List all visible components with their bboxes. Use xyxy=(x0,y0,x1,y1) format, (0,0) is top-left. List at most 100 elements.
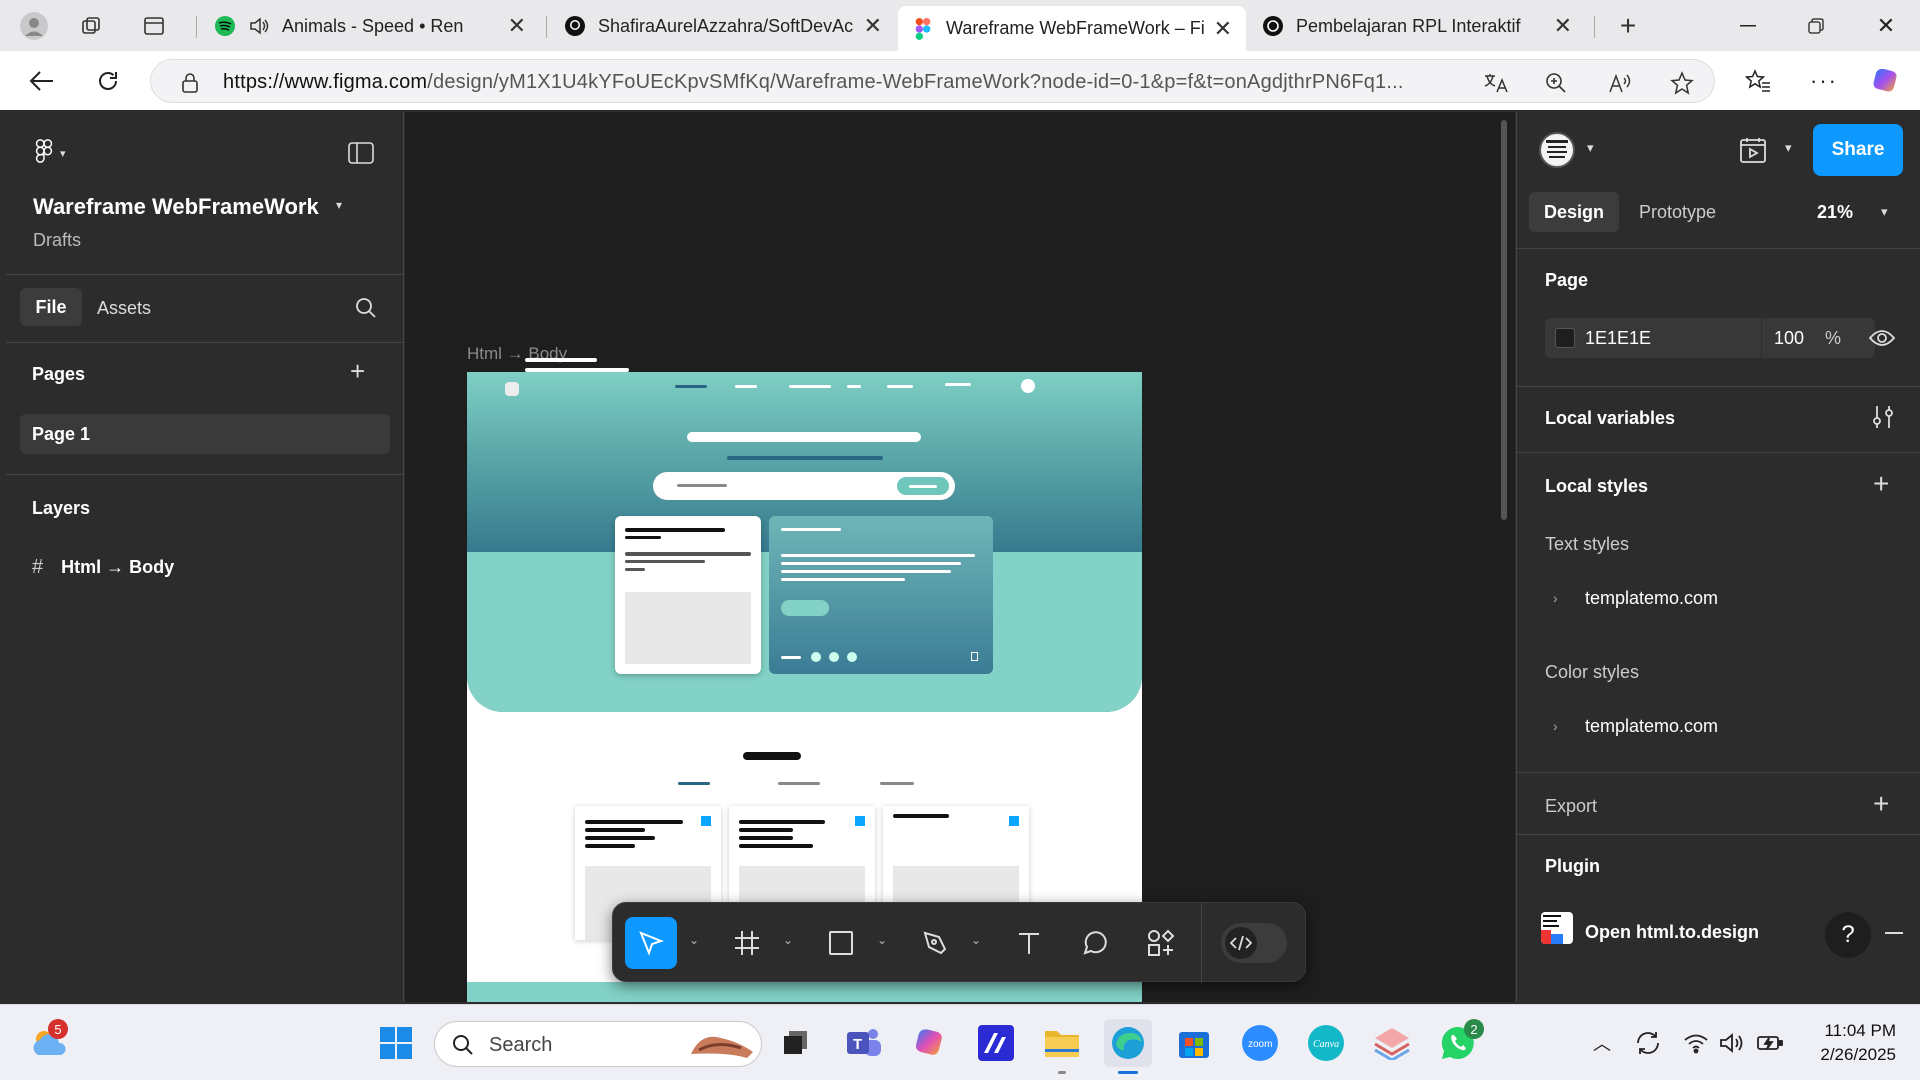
toggle-sidebar-icon[interactable] xyxy=(348,142,374,169)
tunnel-app-icon[interactable] xyxy=(972,1019,1020,1067)
page-color-value[interactable]: 1E1E1E xyxy=(1585,328,1651,349)
tab-assets[interactable]: Assets xyxy=(97,298,151,319)
close-tab-icon[interactable]: ✕ xyxy=(1214,16,1232,42)
chevron-right-icon[interactable]: › xyxy=(1553,590,1558,606)
edge-icon[interactable] xyxy=(1104,1019,1152,1067)
text-style-item[interactable]: templatemo.com xyxy=(1585,588,1718,609)
color-swatch[interactable] xyxy=(1555,328,1575,348)
task-view-icon[interactable] xyxy=(772,1019,820,1067)
copilot-app-icon[interactable] xyxy=(906,1019,954,1067)
add-page-icon[interactable]: + xyxy=(350,358,365,384)
plugin-item[interactable]: Open html.to.design xyxy=(1585,922,1759,943)
section-tab xyxy=(678,782,710,785)
local-variables[interactable]: Local variables xyxy=(1545,408,1675,429)
refresh-icon[interactable] xyxy=(88,61,128,101)
left-panel: ▾ Wareframe WebFrameWork ▾ Drafts File A… xyxy=(6,112,404,1002)
favorite-star-icon[interactable] xyxy=(1667,68,1697,98)
add-style-icon[interactable]: + xyxy=(1873,468,1889,500)
close-tab-icon[interactable]: ✕ xyxy=(1554,13,1572,39)
hero-title xyxy=(687,432,921,442)
frame-tool-icon[interactable] xyxy=(721,917,773,969)
clock[interactable]: 11:04 PM 2/26/2025 xyxy=(1820,1019,1896,1067)
url-text[interactable]: https://www.figma.com/design/yM1X1U4kYFo… xyxy=(223,71,1613,94)
comment-tool-icon[interactable] xyxy=(1069,917,1121,969)
tab-file[interactable]: File xyxy=(20,288,82,326)
favorites-icon[interactable] xyxy=(1738,61,1778,101)
canvas[interactable]: Html → Body xyxy=(405,112,1515,1002)
close-tab-icon[interactable]: ✕ xyxy=(508,13,526,39)
tab-figma[interactable]: Wareframe WebFrameWork – Fig ✕ xyxy=(898,6,1246,51)
dev-mode-toggle[interactable] xyxy=(1221,923,1287,963)
file-location[interactable]: Drafts xyxy=(33,230,81,251)
chevron-down-icon[interactable]: ▾ xyxy=(1587,140,1594,156)
battery-icon[interactable] xyxy=(1746,1019,1794,1067)
help-label: ? xyxy=(1841,921,1855,948)
profile-icon[interactable] xyxy=(16,8,52,44)
page-opacity-value[interactable]: 100 xyxy=(1774,328,1804,349)
tab-design[interactable]: Design xyxy=(1529,192,1619,232)
figma-menu-button[interactable]: ▾ xyxy=(34,138,66,169)
chevron-up-icon[interactable]: ︿ xyxy=(1578,1019,1626,1067)
actions-tool-icon[interactable] xyxy=(1135,917,1187,969)
file-name-chevron-icon[interactable]: ▾ xyxy=(336,198,342,212)
toolbar-divider xyxy=(1201,903,1202,983)
pen-tool-icon[interactable] xyxy=(909,917,961,969)
text-tool-icon[interactable] xyxy=(1003,917,1055,969)
zoom-level[interactable]: 21% xyxy=(1817,202,1853,223)
tab-github[interactable]: ShafiraAurelAzzahra/SoftDevAca ✕ xyxy=(550,6,896,46)
tab-chatgpt[interactable]: Pembelajaran RPL Interaktif ✕ xyxy=(1248,6,1586,46)
help-button[interactable]: ? xyxy=(1825,912,1871,958)
notes-app-icon[interactable] xyxy=(1368,1019,1416,1067)
layer-row[interactable]: # Html → Body xyxy=(32,556,174,579)
close-window-icon[interactable]: ✕ xyxy=(1856,4,1916,48)
canvas-scrollbar[interactable] xyxy=(1501,120,1507,520)
file-explorer-icon[interactable] xyxy=(1038,1019,1086,1067)
avatar[interactable] xyxy=(1539,132,1575,168)
close-tab-icon[interactable]: ✕ xyxy=(864,13,882,39)
active-indicator xyxy=(1118,1071,1138,1074)
search-icon[interactable] xyxy=(354,296,378,325)
start-icon[interactable] xyxy=(372,1019,420,1067)
workspaces-icon[interactable] xyxy=(74,8,110,44)
chevron-down-icon[interactable]: ⌄ xyxy=(971,933,981,947)
url-bar[interactable]: https://www.figma.com/design/yM1X1U4kYFo… xyxy=(150,59,1715,103)
plugin-logo-icon[interactable] xyxy=(1541,912,1573,944)
more-options-icon[interactable]: ··· xyxy=(1804,61,1844,101)
tab-prototype[interactable]: Prototype xyxy=(1639,202,1716,223)
field-divider xyxy=(1761,318,1762,358)
speaker-icon[interactable] xyxy=(248,15,270,37)
move-tool-icon[interactable] xyxy=(625,917,677,969)
restore-icon[interactable] xyxy=(1786,4,1846,48)
teams-icon[interactable]: T xyxy=(840,1019,888,1067)
tab-actions-icon[interactable] xyxy=(136,8,172,44)
zoom-app-icon[interactable]: zoom xyxy=(1236,1019,1284,1067)
new-tab-icon[interactable]: + xyxy=(1610,8,1646,44)
read-aloud-language-icon[interactable] xyxy=(1481,68,1511,98)
store-icon[interactable] xyxy=(1170,1019,1218,1067)
present-icon[interactable] xyxy=(1739,136,1767,169)
canva-icon[interactable]: Canva xyxy=(1302,1019,1350,1067)
zoom-icon[interactable] xyxy=(1541,68,1571,98)
lock-icon[interactable] xyxy=(175,68,205,98)
chevron-down-icon[interactable]: ⌄ xyxy=(877,933,887,947)
rectangle-tool-icon[interactable] xyxy=(815,917,867,969)
chevron-down-icon[interactable]: ⌄ xyxy=(783,933,793,947)
minimize-plugin-icon[interactable] xyxy=(1885,932,1903,934)
chevron-down-icon[interactable]: ⌄ xyxy=(689,933,699,947)
eye-icon[interactable] xyxy=(1868,326,1896,355)
back-icon[interactable] xyxy=(22,61,62,101)
chevron-down-icon[interactable]: ▾ xyxy=(1881,204,1888,220)
copilot-icon[interactable] xyxy=(1866,61,1906,101)
color-style-item[interactable]: templatemo.com xyxy=(1585,716,1718,737)
sync-icon[interactable] xyxy=(1624,1019,1672,1067)
taskbar-search[interactable]: Search xyxy=(434,1021,762,1067)
share-button[interactable]: Share xyxy=(1813,124,1903,176)
read-aloud-icon[interactable] xyxy=(1605,68,1635,98)
chevron-right-icon[interactable]: › xyxy=(1553,718,1558,734)
file-name[interactable]: Wareframe WebFrameWork xyxy=(33,194,319,220)
chevron-down-icon[interactable]: ▾ xyxy=(1785,140,1792,156)
add-export-icon[interactable]: + xyxy=(1873,788,1889,820)
variables-icon[interactable] xyxy=(1871,404,1895,435)
minimize-icon[interactable] xyxy=(1718,4,1778,48)
tab-spotify[interactable]: Animals - Speed • Ren ✕ xyxy=(200,6,540,46)
